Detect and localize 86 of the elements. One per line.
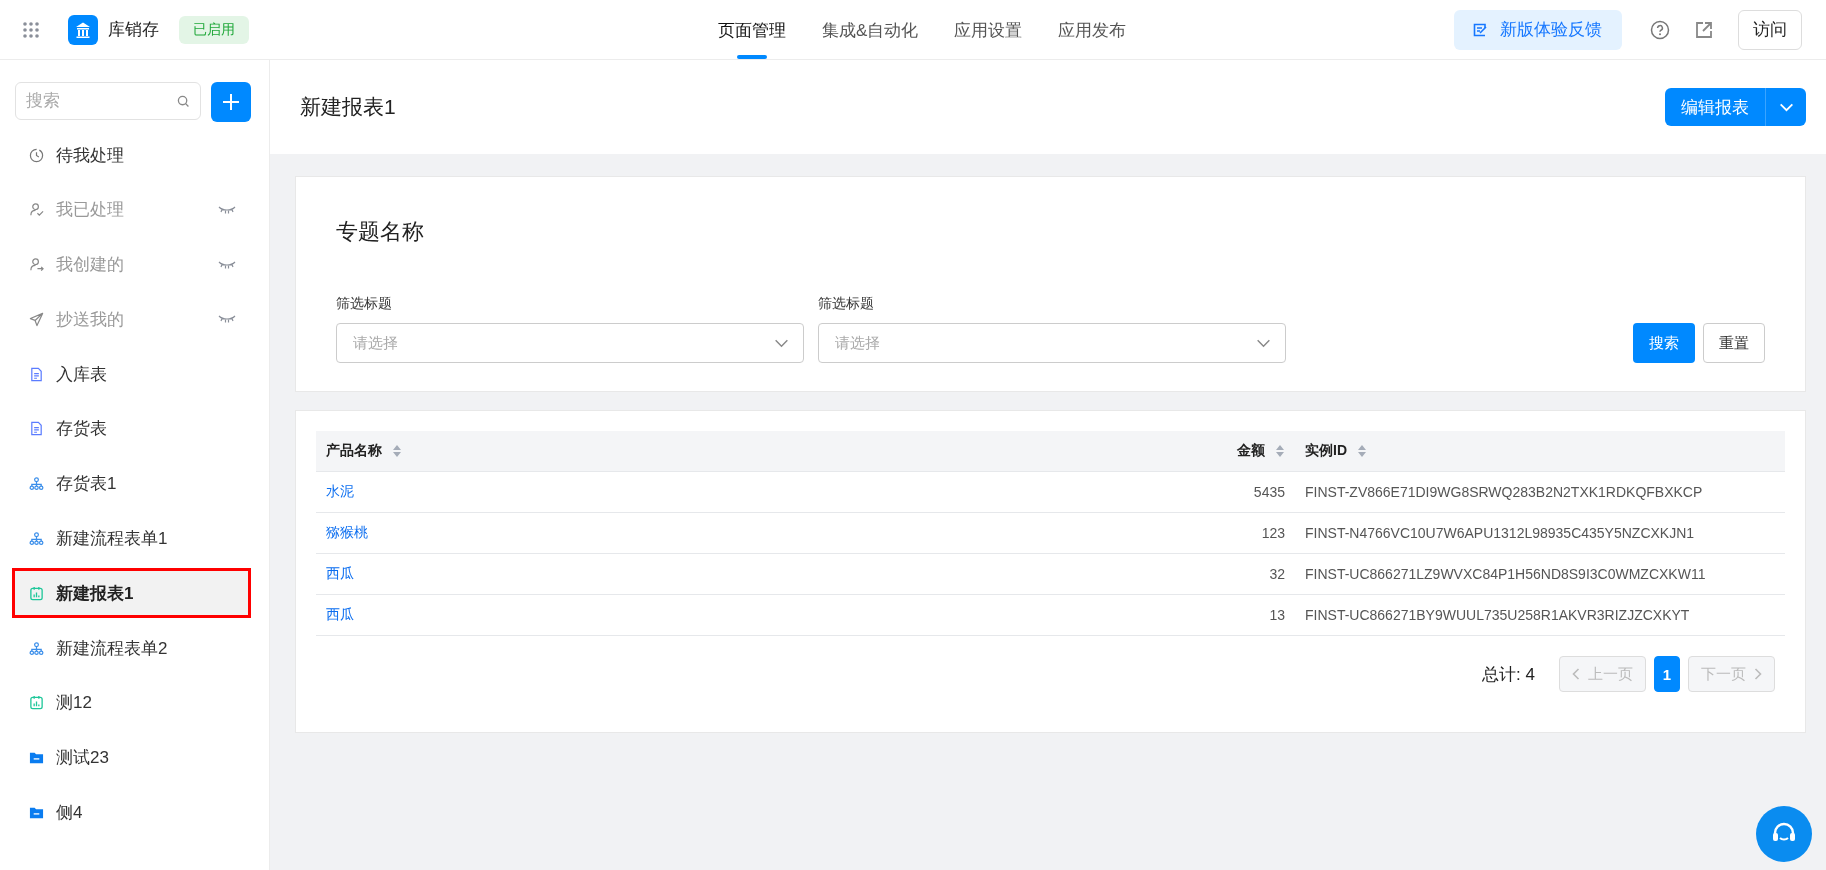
closed-eye-icon: [218, 315, 236, 324]
product-link[interactable]: 猕猴桃: [326, 524, 368, 542]
bank-logo-icon: [68, 14, 98, 45]
sidebar-item-label: 待我处理: [56, 144, 125, 167]
table-cell: FINST-UC866271BY9WUUL735U258R1AKVR3RIZJZCXKYT: [1305, 607, 1690, 623]
nav-tab[interactable]: 集成&自动化: [804, 0, 937, 60]
sidebar-item[interactable]: 存货表: [12, 404, 251, 454]
visit-button[interactable]: 访问: [1738, 9, 1802, 50]
table-cell: FINST-UC866271LZ9WVXC84P1H56ND8S9I3C0WMZCXKW11: [1305, 566, 1706, 582]
table-cell: FINST-ZV866E71DI9WG8SRWQ283B2N2TXK1RDKQFBXKCP: [1305, 484, 1703, 500]
sidebar-item[interactable]: 新建流程表单1: [12, 513, 251, 564]
sidebar-item[interactable]: 侧4: [12, 787, 251, 838]
folder-icon: [29, 805, 44, 821]
sidebar-item[interactable]: 新建报表1: [12, 568, 251, 619]
sidebar-item-label: 新建流程表单1: [56, 528, 169, 551]
table-cell: 123: [1261, 525, 1285, 541]
chevron-left-icon: [1572, 668, 1580, 680]
chevron-down-icon: [1256, 338, 1271, 348]
sidebar-item-label: 我创建的: [56, 254, 125, 277]
sidebar-item-label: 新建流程表单2: [56, 637, 169, 660]
sidebar-item[interactable]: 测12: [12, 677, 251, 728]
folder-icon: [29, 750, 44, 766]
sidebar-item-label: 测试23: [56, 747, 110, 770]
nav-tab[interactable]: 页面管理: [700, 0, 804, 60]
column-header[interactable]: 金额: [1195, 431, 1295, 471]
sidebar-item[interactable]: 入库表: [12, 349, 251, 400]
table-cell: 5435: [1253, 484, 1285, 500]
sidebar-item[interactable]: 存货表1: [12, 458, 251, 509]
table-cell: 13: [1269, 607, 1285, 623]
feedback-button[interactable]: 新版体验反馈: [1454, 9, 1622, 50]
external-link-icon[interactable]: [1694, 19, 1714, 40]
nav-tab[interactable]: 应用设置: [936, 0, 1041, 60]
sidebar-item-label: 侧4: [56, 802, 84, 825]
sidebar-item[interactable]: 待我处理: [12, 130, 251, 180]
add-button[interactable]: [211, 82, 251, 122]
hierarchy-icon: [29, 531, 44, 547]
total-count: 总计: 4: [1482, 663, 1535, 686]
sidebar-item-label: 抄送我的: [56, 308, 125, 331]
user-arrow-icon: [29, 257, 44, 273]
clock-icon: [29, 147, 44, 163]
filter-label: 筛选标题: [336, 295, 393, 313]
chevron-down-icon: [774, 338, 789, 348]
product-link[interactable]: 西瓜: [326, 606, 354, 624]
table-cell: FINST-N4766VC10U7W6APU1312L98935C435Y5NZCXKJN1: [1305, 525, 1695, 541]
app-grid-icon[interactable]: [22, 20, 40, 39]
filter-label: 筛选标题: [818, 295, 875, 313]
report-chart-icon: [29, 695, 44, 711]
sidebar-item-label: 入库表: [56, 363, 108, 386]
status-badge: 已启用: [179, 15, 249, 44]
nav-tab[interactable]: 应用发布: [1040, 0, 1145, 60]
help-icon[interactable]: [1650, 19, 1670, 40]
column-header[interactable]: 产品名称: [316, 431, 1195, 471]
sidebar-item[interactable]: 新建流程表单2: [12, 623, 251, 674]
closed-eye-icon: [218, 205, 236, 214]
hierarchy-icon: [29, 640, 44, 656]
reset-button[interactable]: 重置: [1703, 323, 1765, 363]
sidebar-item-label: 存货表1: [56, 473, 118, 496]
sidebar-item[interactable]: 测试23: [12, 732, 251, 783]
sidebar-item-label: 新建报表1: [56, 582, 135, 605]
page-title: 新建报表1: [300, 94, 396, 120]
chevron-right-icon: [1754, 668, 1762, 680]
paper-plane-icon: [29, 311, 44, 327]
sort-icon: [1275, 444, 1285, 458]
product-link[interactable]: 西瓜: [326, 565, 354, 583]
report-chart-icon: [29, 585, 44, 601]
product-link[interactable]: 水泥: [326, 483, 354, 501]
chevron-down-icon: [1778, 102, 1794, 112]
sort-icon: [1357, 444, 1367, 458]
search-icon: [177, 94, 190, 108]
sidebar-item-label: 存货表: [56, 418, 108, 441]
app-name: 库销存: [108, 19, 159, 41]
section-title: 专题名称: [336, 218, 425, 246]
sidebar-item-label: 测12: [56, 692, 93, 715]
hierarchy-icon: [29, 476, 44, 492]
document-icon: [29, 421, 44, 437]
document-icon: [29, 366, 44, 382]
sidebar-item-label: 我已处理: [56, 199, 125, 222]
customer-service-button[interactable]: [1756, 806, 1812, 862]
edit-icon: [1472, 21, 1488, 38]
user-check-icon: [29, 202, 44, 218]
sort-icon: [392, 444, 402, 458]
column-header[interactable]: 实例ID: [1295, 431, 1785, 471]
plus-icon: [222, 93, 240, 111]
search-field[interactable]: 搜索: [15, 82, 201, 120]
closed-eye-icon: [218, 260, 236, 269]
table-cell: 32: [1269, 566, 1285, 582]
